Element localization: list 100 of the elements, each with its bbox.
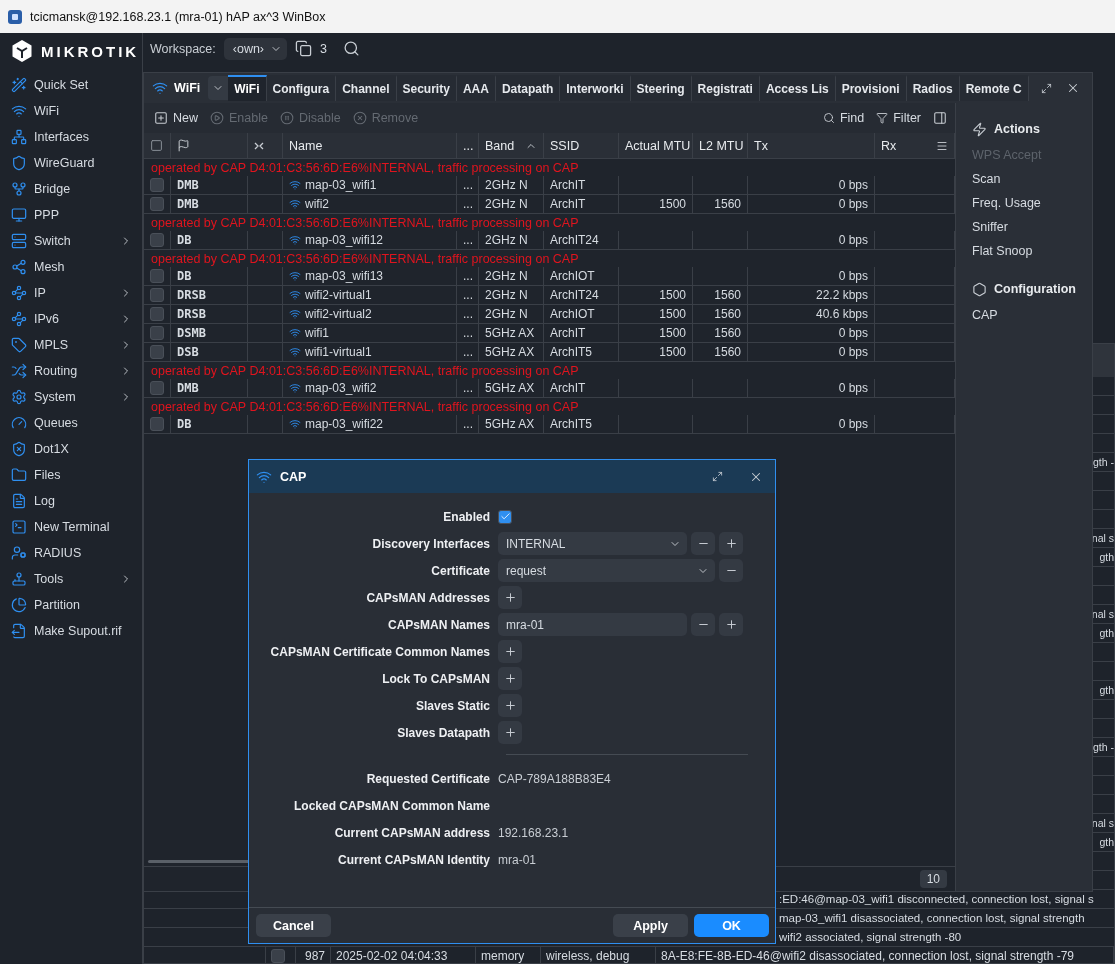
add-button[interactable] <box>498 586 522 609</box>
sidebar-item[interactable]: WireGuard <box>0 150 142 176</box>
add-button[interactable] <box>498 721 522 744</box>
input-field[interactable]: mra-01 <box>498 613 687 636</box>
sidebar-item[interactable]: Tools <box>0 566 142 592</box>
dialog-button[interactable]: Apply <box>613 914 688 937</box>
menu-caret-button[interactable] <box>208 76 229 100</box>
select-field[interactable]: request <box>498 559 715 582</box>
tab[interactable]: AAA <box>456 75 496 101</box>
find-button[interactable]: Find <box>822 111 865 125</box>
column-header[interactable]: Tx <box>754 138 768 153</box>
table-row[interactable]: DB map-03_wifi22 ... 5GHz AX ArchIT5 0 bps <box>144 415 955 434</box>
column-header[interactable]: L2 MTU <box>699 138 744 153</box>
sidebar-item[interactable]: System <box>0 384 142 410</box>
sidebar-item[interactable]: Dot1X <box>0 436 142 462</box>
row-checkbox[interactable] <box>271 949 285 963</box>
sidebar-item[interactable]: PPP <box>0 202 142 228</box>
table-row[interactable]: DB map-03_wifi13 ... 2GHz N ArchIOT 0 bps <box>144 267 955 286</box>
table-cell: 5GHz AX <box>485 326 535 340</box>
column-header[interactable]: Actual MTU <box>625 138 691 153</box>
tab[interactable]: Remote C <box>959 75 1029 101</box>
row-checkbox[interactable] <box>150 197 164 211</box>
search-icon <box>822 112 835 124</box>
table-row[interactable]: DRSB wifi2-virtual2 ... 2GHz N ArchIOT 1500 1560 40.6 kbps <box>144 305 955 324</box>
tab[interactable]: Steering <box>630 75 692 101</box>
maximize-icon[interactable] <box>712 471 723 482</box>
action-item[interactable]: Scan <box>972 167 1092 191</box>
row-checkbox[interactable] <box>150 288 164 302</box>
tab[interactable]: Security <box>396 75 457 101</box>
field-label: Discovery Interfaces <box>371 536 491 551</box>
table-cell: ArchIT5 <box>550 417 592 431</box>
tab[interactable]: Radios <box>906 75 960 101</box>
sidebar-item[interactable]: Bridge <box>0 176 142 202</box>
sidebar-item[interactable]: Routing <box>0 358 142 384</box>
column-header[interactable]: SSID <box>550 138 580 153</box>
add-button[interactable] <box>719 532 743 555</box>
sidebar-item[interactable]: Files <box>0 462 142 488</box>
panel-toggle-icon[interactable] <box>933 111 947 125</box>
sidebar-item[interactable]: RADIUS <box>0 540 142 566</box>
sidebar-item[interactable]: WiFi <box>0 98 142 124</box>
tab[interactable]: Registrati <box>691 75 760 101</box>
column-header[interactable]: Name <box>289 138 323 153</box>
add-button[interactable] <box>498 694 522 717</box>
interface-name: wifi2 <box>305 197 329 211</box>
table-row[interactable]: DMB map-03_wifi1 ... 2GHz N ArchIT 0 bps <box>144 176 955 195</box>
column-header[interactable]: ... <box>463 138 474 153</box>
row-checkbox[interactable] <box>150 326 164 340</box>
add-button[interactable] <box>498 667 522 690</box>
action-item[interactable]: CAP <box>972 303 1092 327</box>
tab[interactable]: WiFi <box>228 75 267 101</box>
column-header[interactable]: Band <box>485 138 515 153</box>
filter-button[interactable]: Filter <box>876 111 921 125</box>
play-icon <box>210 111 224 125</box>
sidebar-item[interactable]: Switch <box>0 228 142 254</box>
sidebar-item[interactable]: Mesh <box>0 254 142 280</box>
table-row[interactable]: DRSB wifi2-virtual1 ... 2GHz N ArchIT24 1500 1560 22.2 kbps <box>144 286 955 305</box>
sidebar-item[interactable]: Interfaces <box>0 124 142 150</box>
workspace-select[interactable]: ‹own› <box>223 37 288 60</box>
maximize-icon[interactable] <box>1041 82 1052 94</box>
enabled-checkbox[interactable] <box>498 509 512 524</box>
dialog-button[interactable]: Cancel <box>256 914 331 937</box>
table-row[interactable]: DMB wifi2 ... 2GHz N ArchIT 1500 1560 0 bps <box>144 195 955 214</box>
row-checkbox[interactable] <box>150 178 164 192</box>
sidebar-item[interactable]: Queues <box>0 410 142 436</box>
row-checkbox[interactable] <box>150 307 164 321</box>
table-row[interactable]: DB map-03_wifi12 ... 2GHz N ArchIT24 0 bps <box>144 231 955 250</box>
close-icon[interactable] <box>1066 81 1080 95</box>
windows-icon[interactable] <box>295 40 313 57</box>
tab[interactable]: Interworki <box>560 75 631 101</box>
row-checkbox[interactable] <box>150 381 164 395</box>
table-row[interactable]: DMB map-03_wifi2 ... 5GHz AX ArchIT 0 bps <box>144 379 955 398</box>
tab[interactable]: Channel <box>336 75 397 101</box>
tab[interactable]: Configura <box>266 75 337 101</box>
sidebar-item[interactable]: IP <box>0 280 142 306</box>
column-header[interactable]: Rx <box>881 138 897 153</box>
search-icon[interactable] <box>343 40 360 57</box>
select-field[interactable]: INTERNAL <box>498 532 687 555</box>
sidebar-item[interactable]: Quick Set <box>0 72 142 98</box>
add-button[interactable] <box>498 640 522 663</box>
sidebar-item[interactable]: Partition <box>0 592 142 618</box>
add-button[interactable] <box>719 613 743 636</box>
table-row[interactable]: DSMB wifi1 ... 5GHz AX ArchIT 1500 1560 0 bps <box>144 324 955 343</box>
table-row[interactable]: DSB wifi1-virtual1 ... 5GHz AX ArchIT5 1500 1560 0 bps <box>144 343 955 362</box>
sidebar-item[interactable]: Make Supout.rif <box>0 618 142 644</box>
action-item[interactable]: Sniffer <box>972 215 1092 239</box>
sidebar-item[interactable]: MPLS <box>0 332 142 358</box>
sidebar-item[interactable]: IPv6 <box>0 306 142 332</box>
tab[interactable]: Datapath <box>495 75 561 101</box>
tab[interactable]: Access Lis <box>759 75 836 101</box>
row-checkbox[interactable] <box>150 345 164 359</box>
row-checkbox[interactable] <box>150 269 164 283</box>
action-item[interactable]: Freq. Usage <box>972 191 1092 215</box>
row-checkbox[interactable] <box>150 417 164 431</box>
row-checkbox[interactable] <box>150 233 164 247</box>
toolbar-button[interactable]: New <box>154 111 198 125</box>
action-item[interactable]: Flat Snoop <box>972 239 1092 263</box>
tab[interactable]: Provisioni <box>835 75 907 101</box>
wifi-icon <box>289 382 301 394</box>
sidebar-item[interactable]: New Terminal <box>0 514 142 540</box>
sidebar-item[interactable]: Log <box>0 488 142 514</box>
